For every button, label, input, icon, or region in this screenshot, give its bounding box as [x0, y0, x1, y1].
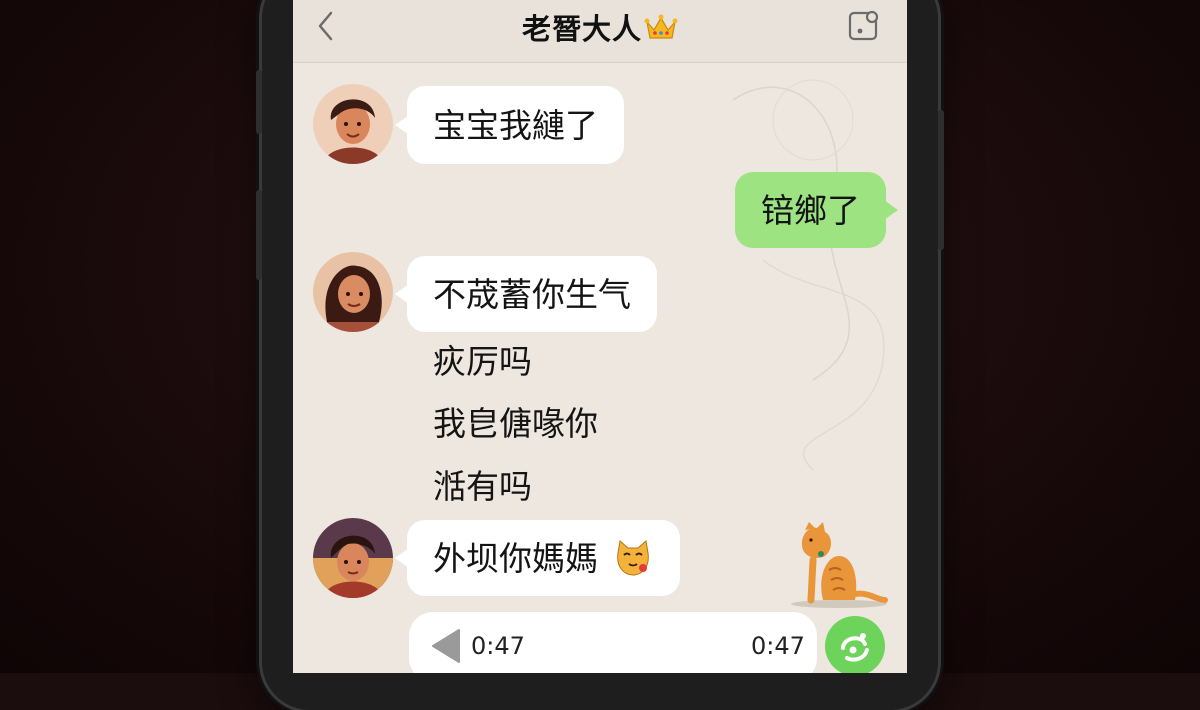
chat-title: 老朁大人 [521, 12, 642, 46]
message-text: 锫鄉了 [761, 190, 860, 230]
side-button-right [938, 110, 944, 250]
message-text: 外坝你媽媽 [433, 538, 598, 578]
message-bubble-received[interactable]: 外坝你媽媽 [395, 520, 680, 596]
side-button-left-2 [256, 190, 262, 280]
message-text-plain[interactable]: 我皀傏喙你 [433, 407, 598, 440]
crown-icon [644, 14, 678, 39]
woman-avatar[interactable] [313, 252, 393, 332]
green-voice-icon[interactable] [825, 616, 885, 673]
square-dot-icon[interactable] [847, 8, 881, 42]
message-bubble-sent[interactable]: 锫鄉了 [735, 172, 898, 248]
play-triangle-icon[interactable] [429, 628, 465, 664]
orange-cat-sticker [791, 522, 888, 608]
voice-message[interactable]: 0:47 0:47 [409, 612, 817, 673]
woman-avatar[interactable] [313, 518, 393, 598]
message-text-plain[interactable]: 疢厉吗 [433, 345, 532, 378]
message-text-plain[interactable]: 湉有吗 [433, 470, 532, 503]
message-bubble-received[interactable]: 宝宝我縺了 [395, 86, 624, 164]
chat-title-wrap: 老朁大人 [293, 6, 907, 46]
cat-face-icon [617, 540, 649, 576]
message-text: 不荿蓄你生气 [433, 274, 631, 314]
voice-elapsed: 0:47 [471, 632, 525, 660]
side-button-left-1 [256, 70, 262, 134]
chat-header: 老朁大人 [293, 0, 907, 63]
message-bubble-received[interactable]: 不荿蓄你生气 [395, 256, 657, 332]
woman-avatar[interactable] [313, 84, 393, 164]
chat-screen: 老朁大人 宝宝我縺了 锫鄉了 不荿蓄你生气 疢厉吗 我皀傏喙你 湉有吗 外坝你媽… [293, 0, 907, 673]
voice-duration: 0:47 [751, 632, 805, 660]
message-text: 宝宝我縺了 [433, 105, 598, 145]
